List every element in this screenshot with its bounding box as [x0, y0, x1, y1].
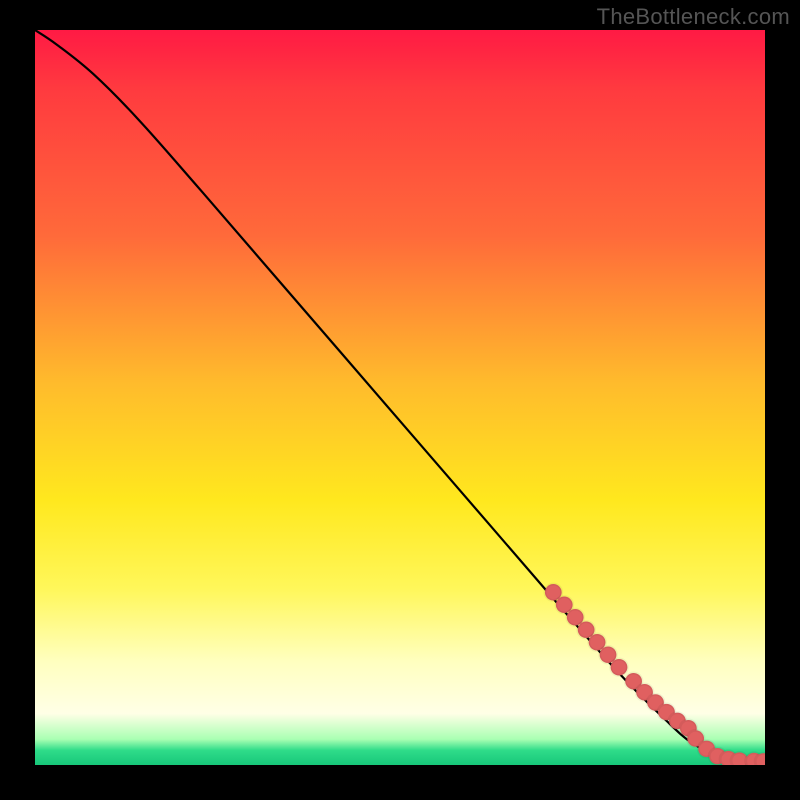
- marker-group: [545, 584, 765, 765]
- bottleneck-curve: [35, 30, 765, 761]
- chart-overlay-svg: [35, 30, 765, 765]
- watermark-text: TheBottleneck.com: [597, 4, 790, 30]
- data-marker: [755, 753, 765, 765]
- data-marker: [611, 659, 628, 675]
- chart-frame: TheBottleneck.com: [0, 0, 800, 800]
- plot-area: [35, 30, 765, 765]
